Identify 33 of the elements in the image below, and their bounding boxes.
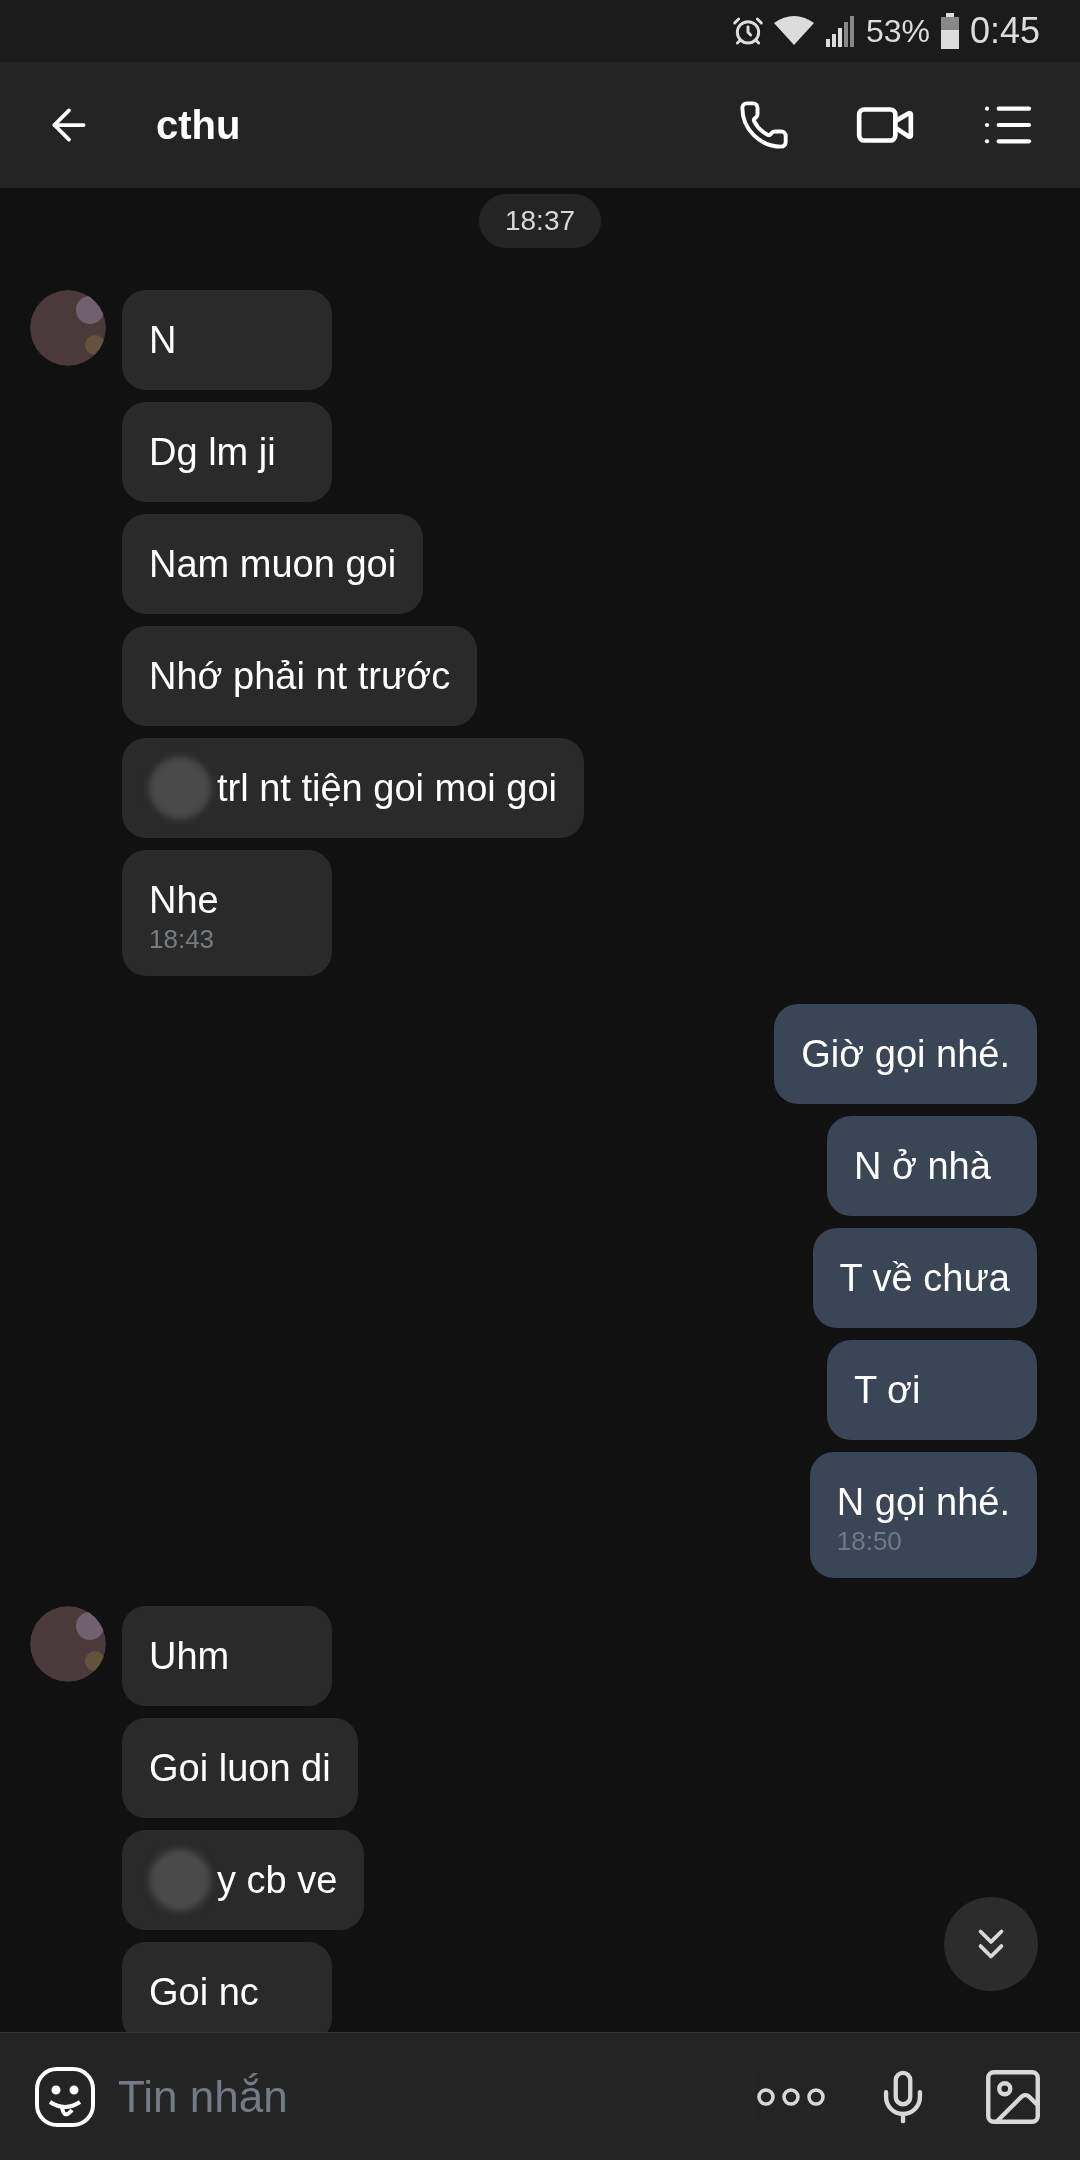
time-chip: 18:37: [478, 194, 602, 248]
blur-mark: [149, 757, 211, 819]
message-time: 18:43: [149, 924, 216, 954]
message-text: Uhm: [149, 1634, 230, 1679]
message-text: T ơi: [854, 1368, 921, 1413]
battery-percent: 53%: [865, 12, 930, 51]
call-button[interactable]: [738, 99, 790, 151]
wifi-icon: [773, 15, 814, 47]
more-dots-icon: [756, 2085, 826, 2108]
battery-icon: [939, 13, 960, 49]
phone-icon: [738, 99, 790, 151]
message-text: y cb ve: [217, 1858, 338, 1903]
message-text: Giờ gọi nhé.: [801, 1032, 1010, 1077]
message-text: trl nt tiện goi moi goi: [217, 766, 558, 811]
message-text: Nam muon goi: [149, 542, 397, 587]
message-text: N ở nhà: [854, 1144, 991, 1189]
message-input[interactable]: Tin nhắn: [118, 2063, 756, 2130]
message-text: Goi nc: [149, 1970, 259, 2015]
signal-icon: [823, 15, 856, 47]
chat-title: cthu: [156, 102, 242, 149]
emoji-button[interactable]: [34, 2065, 96, 2128]
message-text: Goi luon di: [149, 1746, 331, 1791]
message-text: N: [149, 318, 177, 363]
message-text: T về chưa: [839, 1256, 1010, 1301]
message-text: N gọi nhé.: [836, 1480, 1010, 1525]
clock: 0:45: [969, 9, 1040, 53]
blur-mark: [149, 1849, 211, 1911]
message-text: Dg lm ji: [149, 430, 276, 475]
message-text: Nhe: [149, 878, 219, 923]
alarm-icon: [731, 15, 764, 47]
smiley-icon: [34, 2065, 96, 2128]
more-button[interactable]: [756, 2085, 826, 2108]
message-text: Nhớ phải nt trước: [149, 654, 451, 699]
